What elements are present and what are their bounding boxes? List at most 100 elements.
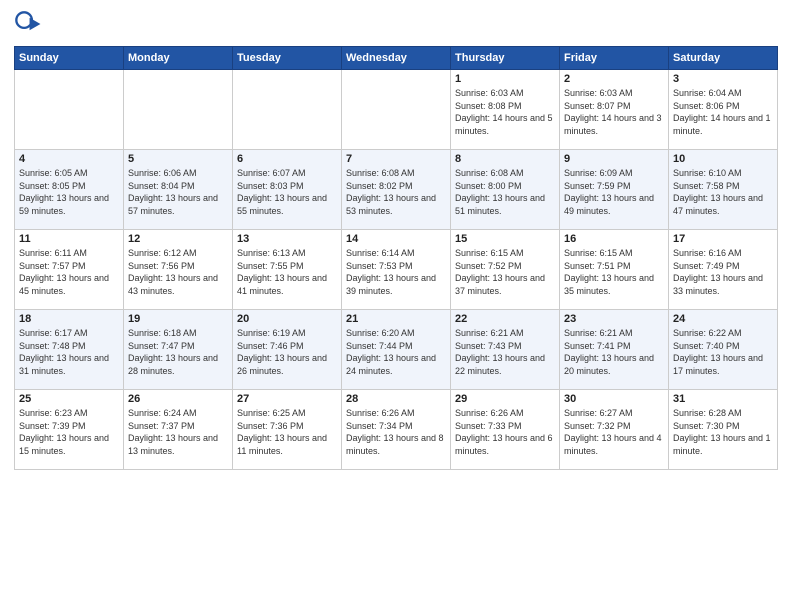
calendar-table: SundayMondayTuesdayWednesdayThursdayFrid… (14, 46, 778, 470)
day-number: 25 (19, 393, 119, 405)
column-header-thursday: Thursday (451, 47, 560, 70)
calendar-cell: 24 Sunrise: 6:22 AMSunset: 7:40 PMDayligh… (669, 310, 778, 390)
column-header-saturday: Saturday (669, 47, 778, 70)
calendar-cell: 26 Sunrise: 6:24 AMSunset: 7:37 PMDayligh… (124, 390, 233, 470)
calendar-cell: 19Sunrise: 6:18 AMSunset: 7:47 PMDayligh… (124, 310, 233, 390)
day-number: 22 (455, 313, 555, 325)
column-header-tuesday: Tuesday (233, 47, 342, 70)
day-detail: Sunrise: 6:13 AMSunset: 7:55 PMDaylight:… (237, 247, 337, 297)
calendar-cell: 8Sunrise: 6:08 AMSunset: 8:00 PMDaylight… (451, 150, 560, 230)
day-number: 12 (128, 233, 228, 245)
day-number: 20 (237, 313, 337, 325)
day-number: 27 (237, 393, 337, 405)
day-number: 23 (564, 313, 664, 325)
day-detail: Sunrise: 6:15 AMSunset: 7:51 PMDaylight:… (564, 247, 664, 297)
column-header-friday: Friday (560, 47, 669, 70)
day-number: 6 (237, 153, 337, 165)
day-number: 13 (237, 233, 337, 245)
calendar-cell: 23Sunrise: 6:21 AMSunset: 7:41 PMDayligh… (560, 310, 669, 390)
day-detail: Sunrise: 6:26 AMSunset: 7:34 PMDaylight:… (346, 407, 446, 457)
calendar-week-row: 25 Sunrise: 6:23 AMSunset: 7:39 PMDayligh… (15, 390, 778, 470)
calendar-cell: 28 Sunrise: 6:26 AMSunset: 7:34 PMDayligh… (342, 390, 451, 470)
day-detail: Sunrise: 6:23 AMSunset: 7:39 PMDaylight:… (19, 407, 119, 457)
day-number: 24 (673, 313, 773, 325)
calendar-cell: 30 Sunrise: 6:27 AMSunset: 7:32 PMDayligh… (560, 390, 669, 470)
calendar-cell: 9 Sunrise: 6:09 AMSunset: 7:59 PMDaylight… (560, 150, 669, 230)
calendar-cell: 21Sunrise: 6:20 AMSunset: 7:44 PMDayligh… (342, 310, 451, 390)
calendar-week-row: 4Sunrise: 6:05 AMSunset: 8:05 PMDaylight… (15, 150, 778, 230)
calendar-cell: 13 Sunrise: 6:13 AMSunset: 7:55 PMDayligh… (233, 230, 342, 310)
day-detail: Sunrise: 6:15 AMSunset: 7:52 PMDaylight:… (455, 247, 555, 297)
day-number: 28 (346, 393, 446, 405)
day-detail: Sunrise: 6:14 AMSunset: 7:53 PMDaylight:… (346, 247, 446, 297)
day-detail: Sunrise: 6:26 AMSunset: 7:33 PMDaylight:… (455, 407, 555, 457)
day-detail: Sunrise: 6:24 AMSunset: 7:37 PMDaylight:… (128, 407, 228, 457)
calendar-cell: 15Sunrise: 6:15 AMSunset: 7:52 PMDayligh… (451, 230, 560, 310)
calendar-week-row: 11 Sunrise: 6:11 AMSunset: 7:57 PMDayligh… (15, 230, 778, 310)
day-number: 7 (346, 153, 446, 165)
page-header (14, 10, 778, 38)
day-detail: Sunrise: 6:12 AMSunset: 7:56 PMDaylight:… (128, 247, 228, 297)
column-header-monday: Monday (124, 47, 233, 70)
day-number: 1 (455, 73, 555, 85)
day-number: 5 (128, 153, 228, 165)
calendar-cell: 12 Sunrise: 6:12 AMSunset: 7:56 PMDayligh… (124, 230, 233, 310)
day-detail: Sunrise: 6:03 AMSunset: 8:08 PMDaylight:… (455, 87, 555, 137)
day-detail: Sunrise: 6:09 AMSunset: 7:59 PMDaylight:… (564, 167, 664, 217)
day-detail: Sunrise: 6:16 AMSunset: 7:49 PMDaylight:… (673, 247, 773, 297)
calendar-cell: 1 Sunrise: 6:03 AMSunset: 8:08 PMDaylight… (451, 70, 560, 150)
column-header-wednesday: Wednesday (342, 47, 451, 70)
day-number: 3 (673, 73, 773, 85)
day-detail: Sunrise: 6:28 AMSunset: 7:30 PMDaylight:… (673, 407, 773, 457)
day-detail: Sunrise: 6:22 AMSunset: 7:40 PMDaylight:… (673, 327, 773, 377)
logo-icon (14, 10, 42, 38)
day-detail: Sunrise: 6:08 AMSunset: 8:02 PMDaylight:… (346, 167, 446, 217)
day-number: 14 (346, 233, 446, 245)
day-detail: Sunrise: 6:21 AMSunset: 7:43 PMDaylight:… (455, 327, 555, 377)
calendar-cell: 4Sunrise: 6:05 AMSunset: 8:05 PMDaylight… (15, 150, 124, 230)
calendar-cell: 27 Sunrise: 6:25 AMSunset: 7:36 PMDayligh… (233, 390, 342, 470)
day-number: 17 (673, 233, 773, 245)
day-number: 31 (673, 393, 773, 405)
calendar-cell: 11 Sunrise: 6:11 AMSunset: 7:57 PMDayligh… (15, 230, 124, 310)
day-detail: Sunrise: 6:04 AMSunset: 8:06 PMDaylight:… (673, 87, 773, 137)
calendar-cell (233, 70, 342, 150)
day-number: 11 (19, 233, 119, 245)
calendar-cell: 18Sunrise: 6:17 AMSunset: 7:48 PMDayligh… (15, 310, 124, 390)
day-number: 26 (128, 393, 228, 405)
day-detail: Sunrise: 6:25 AMSunset: 7:36 PMDaylight:… (237, 407, 337, 457)
calendar-cell: 16 Sunrise: 6:15 AMSunset: 7:51 PMDayligh… (560, 230, 669, 310)
day-detail: Sunrise: 6:08 AMSunset: 8:00 PMDaylight:… (455, 167, 555, 217)
day-number: 9 (564, 153, 664, 165)
day-detail: Sunrise: 6:27 AMSunset: 7:32 PMDaylight:… (564, 407, 664, 457)
day-number: 10 (673, 153, 773, 165)
calendar-cell: 10 Sunrise: 6:10 AMSunset: 7:58 PMDayligh… (669, 150, 778, 230)
calendar-cell: 22 Sunrise: 6:21 AMSunset: 7:43 PMDayligh… (451, 310, 560, 390)
day-detail: Sunrise: 6:18 AMSunset: 7:47 PMDaylight:… (128, 327, 228, 377)
page-container: SundayMondayTuesdayWednesdayThursdayFrid… (0, 0, 792, 480)
calendar-cell: 20 Sunrise: 6:19 AMSunset: 7:46 PMDayligh… (233, 310, 342, 390)
calendar-header-row: SundayMondayTuesdayWednesdayThursdayFrid… (15, 47, 778, 70)
calendar-cell: 29Sunrise: 6:26 AMSunset: 7:33 PMDayligh… (451, 390, 560, 470)
day-number: 16 (564, 233, 664, 245)
day-detail: Sunrise: 6:19 AMSunset: 7:46 PMDaylight:… (237, 327, 337, 377)
calendar-cell: 2Sunrise: 6:03 AMSunset: 8:07 PMDaylight… (560, 70, 669, 150)
day-detail: Sunrise: 6:11 AMSunset: 7:57 PMDaylight:… (19, 247, 119, 297)
calendar-cell: 3 Sunrise: 6:04 AMSunset: 8:06 PMDaylight… (669, 70, 778, 150)
calendar-cell: 14 Sunrise: 6:14 AMSunset: 7:53 PMDayligh… (342, 230, 451, 310)
day-detail: Sunrise: 6:07 AMSunset: 8:03 PMDaylight:… (237, 167, 337, 217)
calendar-week-row: 1 Sunrise: 6:03 AMSunset: 8:08 PMDaylight… (15, 70, 778, 150)
calendar-cell: 6 Sunrise: 6:07 AMSunset: 8:03 PMDaylight… (233, 150, 342, 230)
calendar-cell: 31 Sunrise: 6:28 AMSunset: 7:30 PMDayligh… (669, 390, 778, 470)
day-detail: Sunrise: 6:05 AMSunset: 8:05 PMDaylight:… (19, 167, 119, 217)
calendar-cell: 25 Sunrise: 6:23 AMSunset: 7:39 PMDayligh… (15, 390, 124, 470)
logo (14, 10, 46, 38)
day-detail: Sunrise: 6:10 AMSunset: 7:58 PMDaylight:… (673, 167, 773, 217)
calendar-cell: 7 Sunrise: 6:08 AMSunset: 8:02 PMDaylight… (342, 150, 451, 230)
calendar-week-row: 18Sunrise: 6:17 AMSunset: 7:48 PMDayligh… (15, 310, 778, 390)
column-header-sunday: Sunday (15, 47, 124, 70)
day-number: 2 (564, 73, 664, 85)
day-detail: Sunrise: 6:06 AMSunset: 8:04 PMDaylight:… (128, 167, 228, 217)
day-detail: Sunrise: 6:20 AMSunset: 7:44 PMDaylight:… (346, 327, 446, 377)
day-number: 30 (564, 393, 664, 405)
